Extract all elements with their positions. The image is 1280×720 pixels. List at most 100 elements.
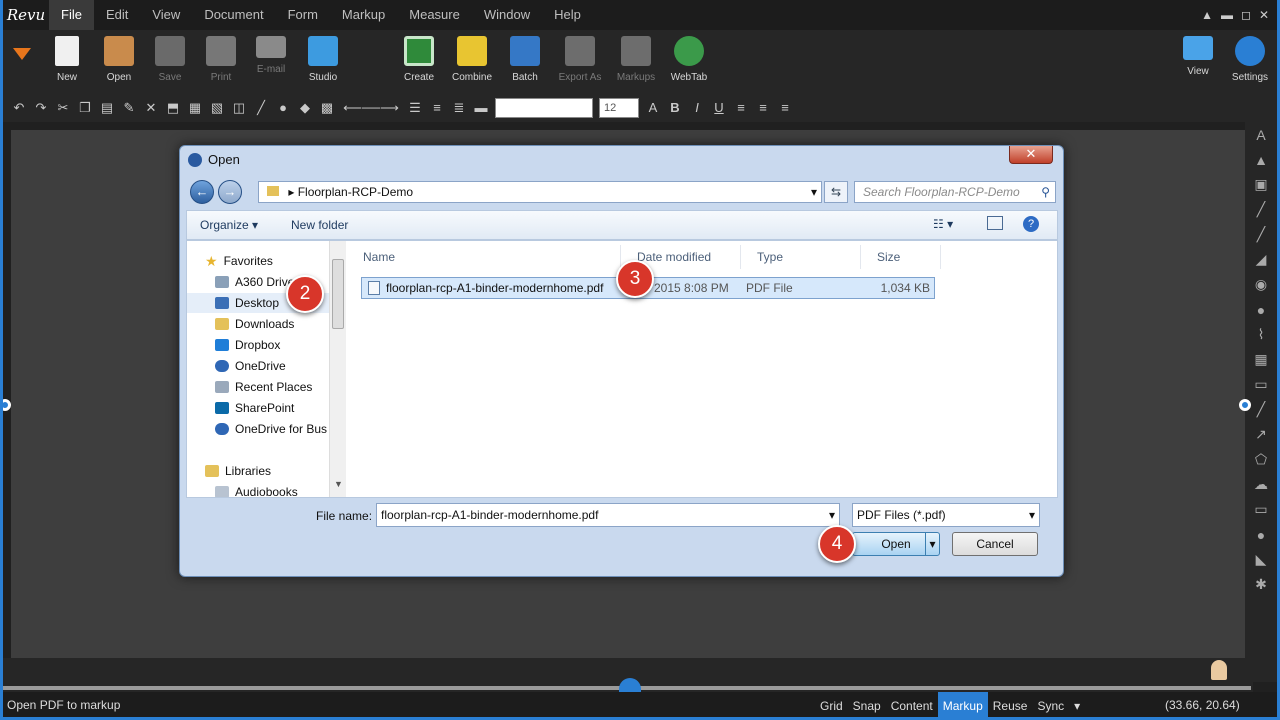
- back-arrow-icon[interactable]: ←: [190, 180, 214, 204]
- view-button[interactable]: View: [1171, 34, 1225, 77]
- preview-pane-icon[interactable]: [987, 216, 1003, 230]
- scroll-down-icon[interactable]: ▼: [334, 479, 343, 489]
- image-icon[interactable]: ▣: [1245, 172, 1277, 197]
- restore-icon[interactable]: ▬: [1221, 8, 1233, 22]
- menu-edit[interactable]: Edit: [94, 0, 140, 30]
- help-icon[interactable]: ?: [1023, 216, 1039, 232]
- comment-icon[interactable]: ▭: [1245, 372, 1277, 397]
- nav-sharepoint[interactable]: SharePoint: [215, 398, 294, 418]
- snap-toggle[interactable]: Snap: [848, 692, 886, 717]
- align-left-icon[interactable]: ≡: [733, 100, 749, 116]
- address-bar[interactable]: ▸ Floorplan-RCP-Demo ▾: [258, 181, 822, 203]
- close-icon[interactable]: ✕: [1259, 8, 1269, 22]
- file-name-dropdown-icon[interactable]: ▾: [829, 504, 835, 526]
- fill-icon[interactable]: ●: [275, 100, 291, 116]
- hatch-icon[interactable]: ▩: [319, 100, 335, 116]
- grid-icon[interactable]: ▦: [1245, 347, 1277, 372]
- sync-dropdown-icon[interactable]: ▾: [1069, 692, 1085, 717]
- cloud-icon[interactable]: ☁: [1245, 472, 1277, 497]
- align-center-icon[interactable]: ≡: [755, 100, 771, 116]
- cut-icon[interactable]: ✂: [55, 100, 71, 116]
- change-view-icon[interactable]: ☷ ▾: [933, 217, 953, 231]
- right-panel-handle[interactable]: [1239, 399, 1251, 411]
- menu-document[interactable]: Document: [192, 0, 275, 30]
- bottom-panel-handle[interactable]: [619, 678, 641, 692]
- open-button[interactable]: Open: [92, 34, 146, 83]
- underline-icon[interactable]: U: [711, 100, 727, 116]
- new-folder-button[interactable]: New folder: [291, 218, 348, 232]
- markup-toggle[interactable]: Markup: [937, 692, 988, 717]
- nav-recent-places[interactable]: Recent Places: [215, 377, 312, 397]
- minimize-icon[interactable]: ▲: [1201, 8, 1213, 22]
- settings-button[interactable]: Settings: [1223, 34, 1277, 83]
- batch-button[interactable]: Batch: [498, 34, 552, 83]
- col-type[interactable]: Type: [741, 245, 861, 269]
- lineweight-icon[interactable]: ▬: [473, 100, 489, 116]
- ungroup-icon[interactable]: ▧: [209, 100, 225, 116]
- nav-onedrive[interactable]: OneDrive: [215, 356, 286, 376]
- menu-form[interactable]: Form: [276, 0, 330, 30]
- open-dropdown-icon[interactable]: ▾: [925, 533, 939, 555]
- polygon-icon[interactable]: ⬠: [1245, 447, 1277, 472]
- rectangle-icon[interactable]: ▭: [1245, 497, 1277, 522]
- user-icon[interactable]: ●: [1245, 297, 1277, 322]
- line-style-icon[interactable]: ⟵──⟶: [341, 100, 401, 116]
- address-dropdown-icon[interactable]: ▾: [811, 182, 817, 202]
- menu-measure[interactable]: Measure: [397, 0, 472, 30]
- attachment-icon[interactable]: ⌇: [1245, 322, 1277, 347]
- file-type-select[interactable]: PDF Files (*.pdf) ▾: [852, 503, 1040, 527]
- organize-button[interactable]: Organize ▾: [200, 218, 258, 232]
- navigation-scrollbar[interactable]: ▼: [329, 241, 346, 497]
- sync-toggle[interactable]: Sync: [1032, 692, 1069, 717]
- arrow-icon[interactable]: ↗: [1245, 422, 1277, 447]
- reuse-toggle[interactable]: Reuse: [988, 692, 1033, 717]
- dialog-close-button[interactable]: ✕: [1009, 146, 1053, 164]
- search-input[interactable]: Search Floorplan-RCP-Demo ⚲: [854, 181, 1056, 203]
- forward-arrow-icon[interactable]: →: [218, 180, 242, 204]
- justify-icon[interactable]: ≣: [451, 100, 467, 116]
- menu-view[interactable]: View: [140, 0, 192, 30]
- quick-access-arrow-icon[interactable]: [13, 48, 31, 60]
- grid-toggle[interactable]: Grid: [815, 692, 848, 717]
- nav-a360-drive[interactable]: A360 Drive: [215, 272, 294, 292]
- nav-libraries[interactable]: Libraries: [205, 461, 271, 481]
- menu-file[interactable]: File: [49, 0, 94, 30]
- scroll-thumb[interactable]: [332, 259, 344, 329]
- copy-icon[interactable]: ❐: [77, 100, 93, 116]
- col-name[interactable]: Name: [347, 245, 621, 269]
- menu-help[interactable]: Help: [542, 0, 593, 30]
- eraser-icon[interactable]: ◢: [1245, 247, 1277, 272]
- paste-icon[interactable]: ▤: [99, 100, 115, 116]
- new-button[interactable]: New: [40, 34, 94, 83]
- left-panel-handle[interactable]: [3, 399, 11, 411]
- align-right-icon[interactable]: ≡: [777, 100, 793, 116]
- create-button[interactable]: Create: [392, 34, 446, 83]
- file-type-dropdown-icon[interactable]: ▾: [1029, 504, 1035, 526]
- list-icon[interactable]: ☰: [407, 100, 423, 116]
- undo-icon[interactable]: ↶: [11, 100, 27, 116]
- markups-button[interactable]: Markups: [609, 34, 663, 83]
- flatten-icon[interactable]: ⬒: [165, 100, 181, 116]
- text-tool-icon[interactable]: A: [1245, 122, 1277, 147]
- shape-icon[interactable]: ◆: [297, 100, 313, 116]
- nav-audiobooks[interactable]: Audiobooks: [215, 482, 298, 497]
- highlighter-icon[interactable]: ╱: [1245, 222, 1277, 247]
- nav-dropbox[interactable]: Dropbox: [215, 335, 280, 355]
- layer-icon[interactable]: ◫: [231, 100, 247, 116]
- pen-icon[interactable]: ╱: [253, 100, 269, 116]
- webtab-button[interactable]: WebTab: [662, 34, 716, 83]
- font-size-select[interactable]: 12: [599, 98, 639, 118]
- pen-tool-icon[interactable]: ╱: [1245, 197, 1277, 222]
- user-avatar-icon[interactable]: [1211, 660, 1227, 680]
- format-painter-icon[interactable]: ✎: [121, 100, 137, 116]
- open-button[interactable]: Open ▾: [852, 532, 940, 556]
- text-color-icon[interactable]: A: [645, 100, 661, 116]
- snapshot-icon[interactable]: ◉: [1245, 272, 1277, 297]
- font-family-select[interactable]: [495, 98, 593, 118]
- group-icon[interactable]: ▦: [187, 100, 203, 116]
- studio-button[interactable]: Studio: [296, 34, 350, 83]
- nav-onedrive-business[interactable]: OneDrive for Bus: [215, 419, 327, 439]
- delete-icon[interactable]: ✕: [143, 100, 159, 116]
- callout-icon[interactable]: ◣: [1245, 547, 1277, 572]
- settings-gear-icon[interactable]: ✱: [1245, 572, 1277, 597]
